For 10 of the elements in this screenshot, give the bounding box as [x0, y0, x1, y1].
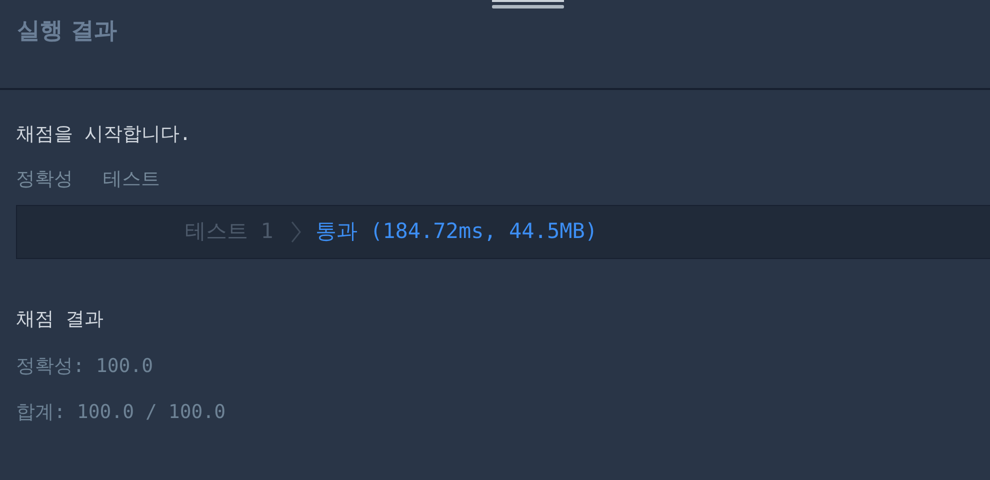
status-message: 채점을 시작합니다. [16, 122, 192, 147]
summary-line: 합계: 100.0 / 100.0 [16, 400, 227, 425]
chevron-right-icon [291, 221, 302, 243]
section-label: 테스트 [103, 166, 160, 192]
drag-handle-icon[interactable] [492, 0, 564, 9]
panel-title: 실행 결과 [17, 17, 118, 46]
test-result-text: 통과 (184.72ms, 44.5MB) [315, 218, 598, 246]
summary-line: 정확성: 100.0 [16, 354, 154, 378]
summary-title: 채점 결과 [16, 307, 104, 332]
section-label: 정확성 [16, 166, 73, 192]
